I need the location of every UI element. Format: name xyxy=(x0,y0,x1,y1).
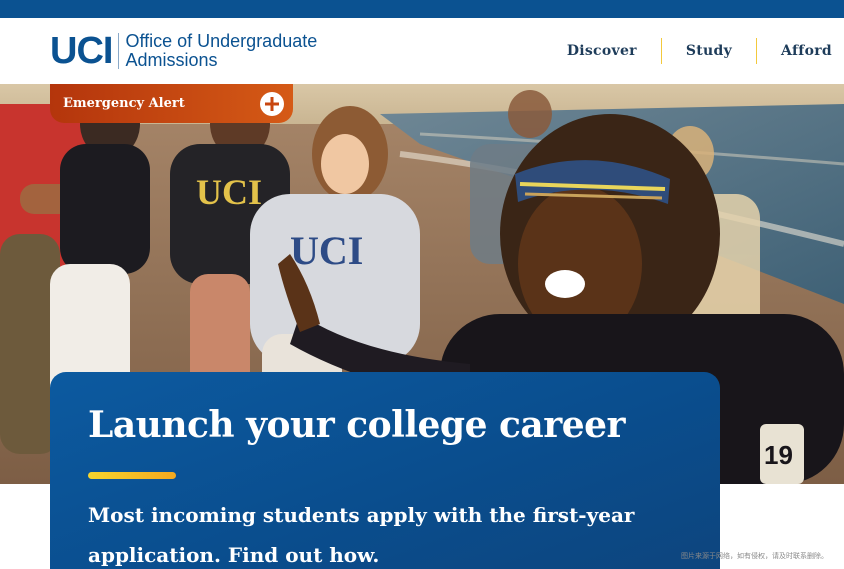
svg-text:UCI: UCI xyxy=(196,172,262,212)
image-source-watermark: 图片来源于网络，如有侵权，请及时联系删除。 xyxy=(681,552,828,560)
svg-text:19: 19 xyxy=(764,440,793,470)
office-name: Office of Undergraduate Admissions xyxy=(125,32,317,70)
top-bar xyxy=(0,0,844,18)
logo-divider xyxy=(118,33,120,69)
nav-item-study[interactable]: Study xyxy=(660,38,756,64)
plus-circle-icon[interactable] xyxy=(260,91,284,116)
hero-title: Launch your college career xyxy=(88,404,626,446)
uci-admissions-logo[interactable]: UCI Office of Undergraduate Admissions xyxy=(50,30,317,72)
office-name-line2: Admissions xyxy=(125,50,218,70)
hero-card: Launch your college career Most incoming… xyxy=(50,372,720,569)
emergency-alert-label: Emergency Alert xyxy=(63,96,185,111)
site-header: UCI Office of Undergraduate Admissions D… xyxy=(0,18,844,84)
nav-item-discover[interactable]: Discover xyxy=(543,38,661,64)
svg-text:UCI: UCI xyxy=(290,228,363,273)
main-nav: Discover Study Afford xyxy=(543,38,844,64)
office-name-line1: Office of Undergraduate xyxy=(125,31,318,51)
gold-accent-bar xyxy=(88,472,176,479)
uci-logo-mark: UCI xyxy=(50,30,113,72)
emergency-alert-tab[interactable]: Emergency Alert xyxy=(50,84,293,123)
hero-description-link[interactable]: Most incoming students apply with the fi… xyxy=(88,495,648,569)
nav-item-afford[interactable]: Afford xyxy=(756,38,844,64)
